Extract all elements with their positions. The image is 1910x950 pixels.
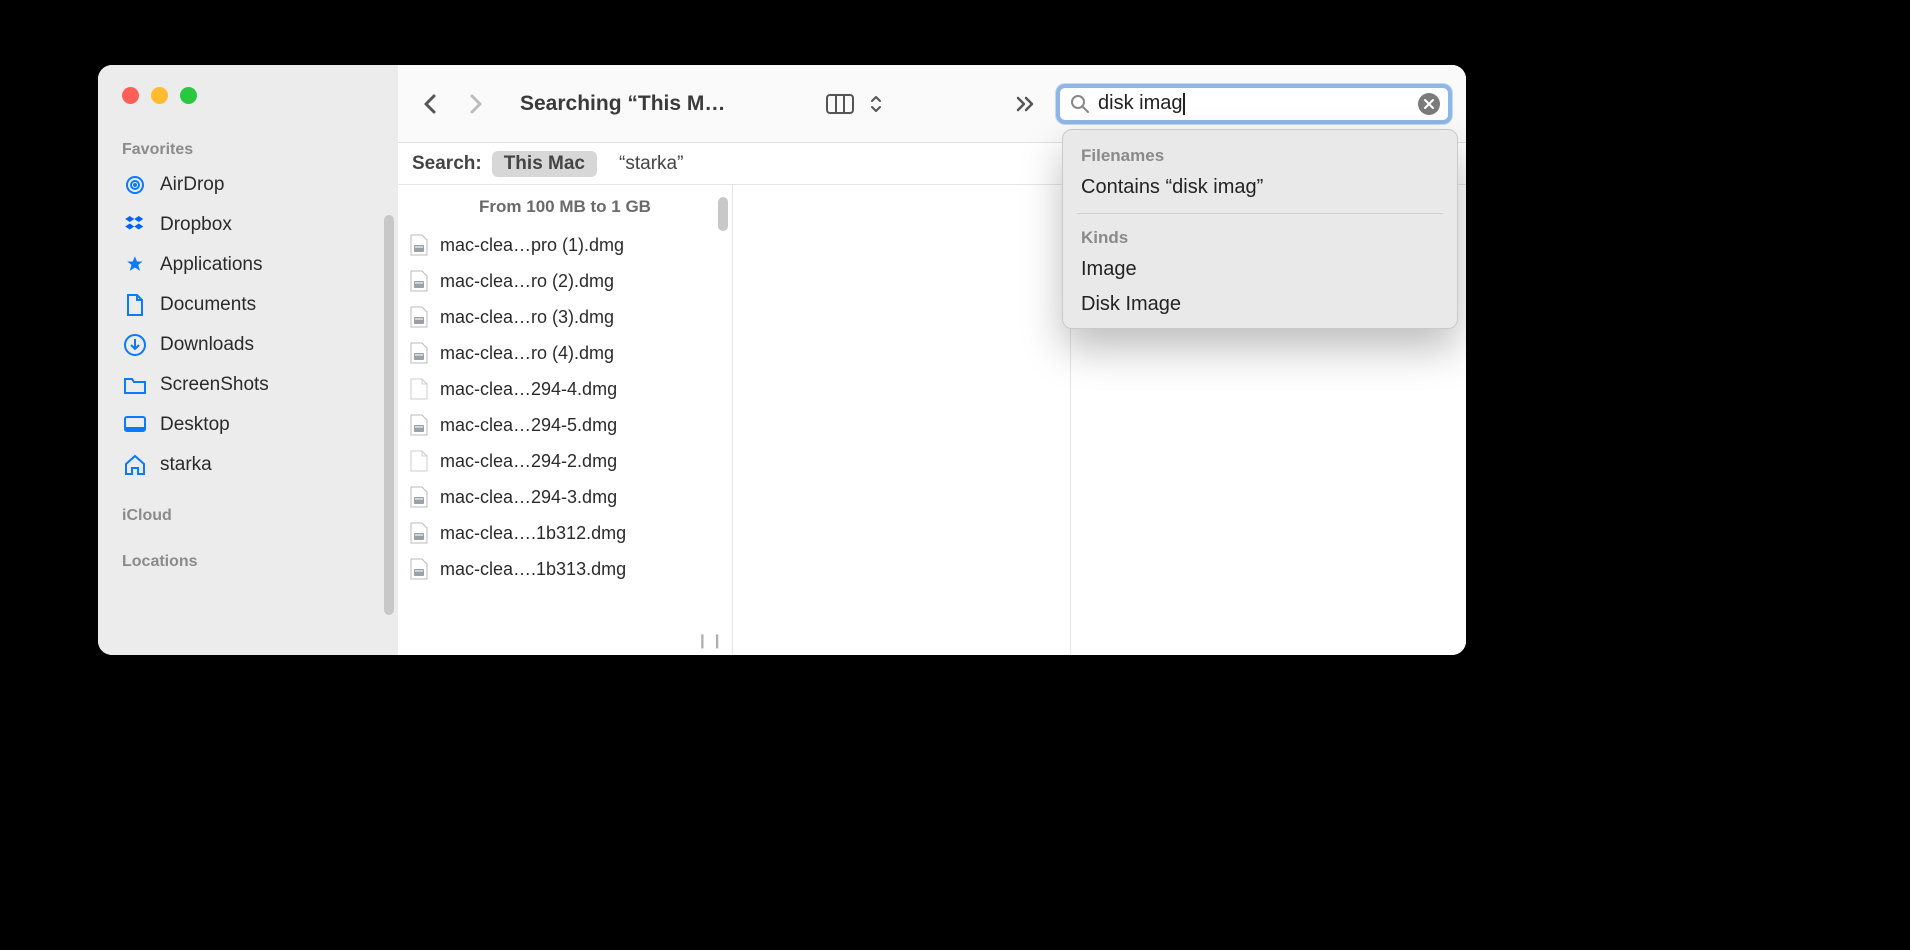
toolbar-overflow-button[interactable] <box>1010 89 1040 119</box>
sidebar-item-label: Desktop <box>160 414 230 436</box>
dmg-file-icon <box>408 306 430 328</box>
sidebar-item-label: AirDrop <box>160 174 224 196</box>
sidebar-item-label: Documents <box>160 294 256 316</box>
sidebar-scrollbar[interactable] <box>384 215 394 615</box>
search-icon <box>1070 94 1090 114</box>
sidebar-item-documents[interactable]: Documents <box>116 285 390 325</box>
sidebar-item-label: starka <box>160 454 212 476</box>
file-name: mac-clea…ro (2).dmg <box>440 271 614 292</box>
dmg-file-icon <box>408 558 430 580</box>
zoom-window-button[interactable] <box>180 87 197 104</box>
file-name: mac-clea…294-4.dmg <box>440 379 617 400</box>
file-row[interactable]: mac-clea….1b313.dmg <box>406 551 724 587</box>
file-name: mac-clea…294-3.dmg <box>440 487 617 508</box>
search-suggestions-popup: Filenames Contains “disk imag” Kinds Ima… <box>1062 129 1458 329</box>
applications-icon <box>122 252 148 278</box>
sidebar-section-icloud: iCloud <box>116 499 390 531</box>
column-header: From 100 MB to 1 GB <box>398 185 732 227</box>
scope-this-mac[interactable]: This Mac <box>492 151 597 177</box>
sidebar-item-applications[interactable]: Applications <box>116 245 390 285</box>
file-name: mac-clea…ro (3).dmg <box>440 307 614 328</box>
search-scope-label: Search: <box>412 153 482 175</box>
file-list: mac-clea…pro (1).dmg mac-clea…ro (2).dmg m… <box>398 227 732 587</box>
forward-button[interactable] <box>458 87 494 121</box>
view-options-stepper[interactable] <box>858 89 894 119</box>
sidebar-item-screenshots[interactable]: ScreenShots <box>116 365 390 405</box>
column-scrollbar[interactable] <box>718 197 728 231</box>
dmg-file-icon <box>408 414 430 436</box>
close-window-button[interactable] <box>122 87 139 104</box>
sidebar-list: Favorites AirDrop Dropbox Applications <box>98 127 398 577</box>
sidebar-item-desktop[interactable]: Desktop <box>116 405 390 445</box>
traffic-lights <box>98 65 398 127</box>
desktop-icon <box>122 412 148 438</box>
file-row[interactable]: mac-clea…294-3.dmg <box>406 479 724 515</box>
file-name: mac-clea…pro (1).dmg <box>440 235 624 256</box>
sidebar-item-dropbox[interactable]: Dropbox <box>116 205 390 245</box>
file-name: mac-clea….1b313.dmg <box>440 559 626 580</box>
results-column: From 100 MB to 1 GB mac-clea…pro (1).dmg… <box>398 185 733 655</box>
search-input[interactable]: disk imag <box>1098 92 1410 115</box>
file-row[interactable]: mac-clea…ro (3).dmg <box>406 299 724 335</box>
home-icon <box>122 452 148 478</box>
suggestion-kind-disk-image[interactable]: Disk Image <box>1063 287 1457 322</box>
sidebar-item-label: ScreenShots <box>160 374 269 396</box>
sidebar-item-label: Dropbox <box>160 214 232 236</box>
airdrop-icon <box>122 172 148 198</box>
file-row[interactable]: mac-clea…294-2.dmg <box>406 443 724 479</box>
suggestions-kinds-header: Kinds <box>1063 222 1457 252</box>
file-row[interactable]: mac-clea…pro (1).dmg <box>406 227 724 263</box>
file-row[interactable]: mac-clea…294-4.dmg <box>406 371 724 407</box>
file-icon <box>408 378 430 400</box>
sidebar-section-favorites: Favorites <box>116 133 390 165</box>
sidebar-item-home[interactable]: starka <box>116 445 390 485</box>
file-row[interactable]: mac-clea…294-5.dmg <box>406 407 724 443</box>
sidebar-section-locations: Locations <box>116 545 390 577</box>
sidebar-item-downloads[interactable]: Downloads <box>116 325 390 365</box>
file-name: mac-clea….1b312.dmg <box>440 523 626 544</box>
main-area: Searching “This M… disk imag <box>398 65 1466 655</box>
file-row[interactable]: mac-clea….1b312.dmg <box>406 515 724 551</box>
sidebar-item-airdrop[interactable]: AirDrop <box>116 165 390 205</box>
empty-column-1 <box>733 185 1071 655</box>
dmg-file-icon <box>408 522 430 544</box>
suggestions-filenames-header: Filenames <box>1063 140 1457 170</box>
file-icon <box>408 450 430 472</box>
file-name: mac-clea…294-2.dmg <box>440 451 617 472</box>
column-view-button[interactable] <box>822 89 858 119</box>
file-name: mac-clea…294-5.dmg <box>440 415 617 436</box>
suggestions-divider <box>1077 213 1443 214</box>
document-icon <box>122 292 148 318</box>
folder-icon <box>122 372 148 398</box>
dropbox-icon <box>122 212 148 238</box>
finder-window: Favorites AirDrop Dropbox Applications <box>98 65 1466 655</box>
pause-icon: ❙❙ <box>697 632 726 649</box>
search-field[interactable]: disk imag <box>1056 84 1452 124</box>
suggestion-filename-contains[interactable]: Contains “disk imag” <box>1063 170 1457 205</box>
view-controls <box>822 89 894 119</box>
dmg-file-icon <box>408 486 430 508</box>
download-icon <box>122 332 148 358</box>
dmg-file-icon <box>408 234 430 256</box>
sidebar: Favorites AirDrop Dropbox Applications <box>98 65 398 655</box>
window-title: Searching “This M… <box>520 92 725 116</box>
scope-folder[interactable]: “starka” <box>607 151 695 177</box>
suggestion-kind-image[interactable]: Image <box>1063 252 1457 287</box>
sidebar-item-label: Downloads <box>160 334 254 356</box>
file-name: mac-clea…ro (4).dmg <box>440 343 614 364</box>
clear-search-button[interactable] <box>1418 93 1440 115</box>
minimize-window-button[interactable] <box>151 87 168 104</box>
text-cursor <box>1183 93 1185 115</box>
back-button[interactable] <box>412 87 448 121</box>
file-row[interactable]: mac-clea…ro (2).dmg <box>406 263 724 299</box>
sidebar-item-label: Applications <box>160 254 262 276</box>
dmg-file-icon <box>408 342 430 364</box>
dmg-file-icon <box>408 270 430 292</box>
file-row[interactable]: mac-clea…ro (4).dmg <box>406 335 724 371</box>
